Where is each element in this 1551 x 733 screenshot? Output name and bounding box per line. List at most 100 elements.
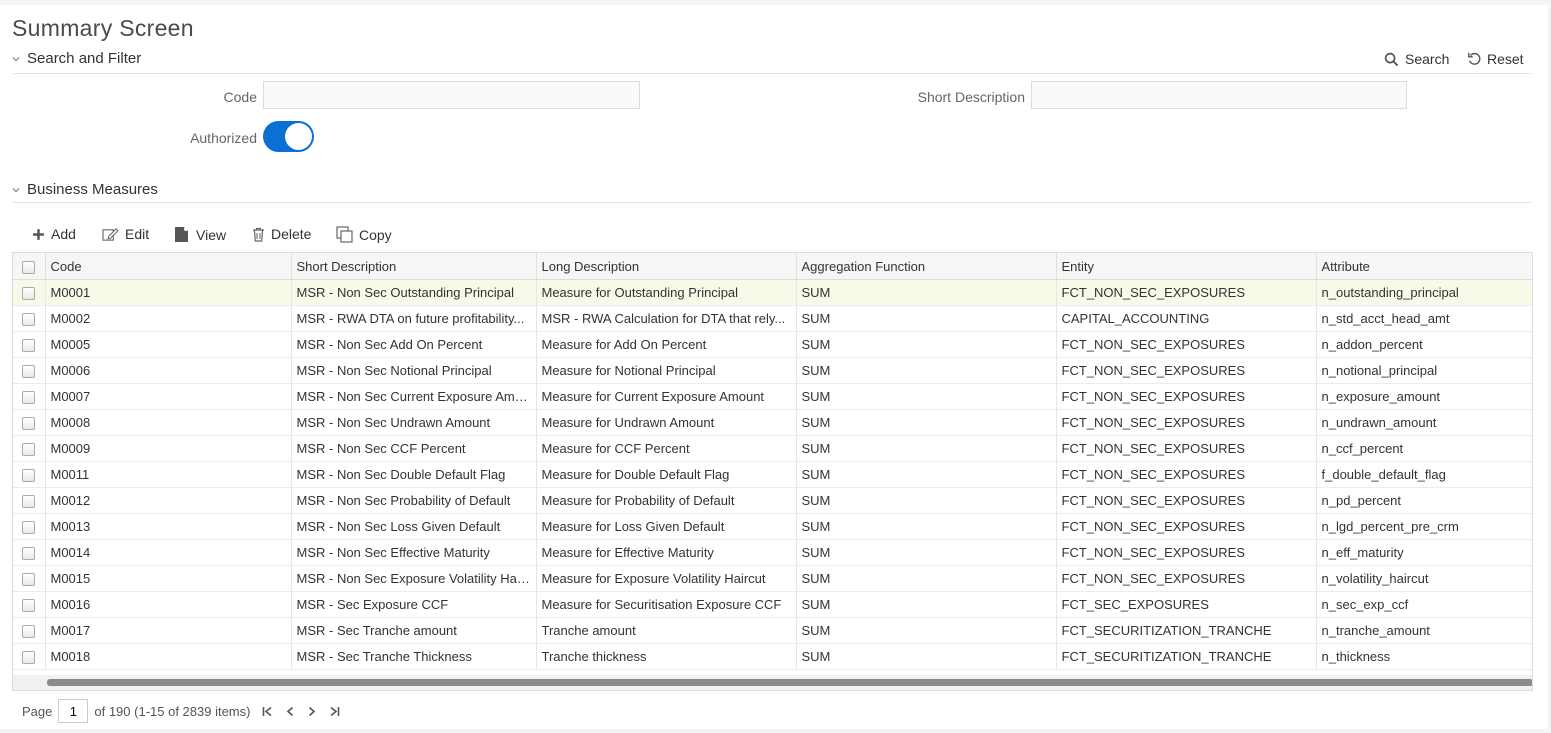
short-description-input[interactable]	[1031, 81, 1407, 109]
row-checkbox[interactable]	[22, 313, 36, 327]
delete-button[interactable]: Delete	[252, 226, 311, 242]
column-header-code[interactable]: Code	[45, 253, 292, 280]
table-row[interactable]: M0014 MSR - Non Sec Effective Maturity Mea…	[13, 539, 1532, 566]
cell-long-description: Measure for Loss Given Default	[536, 513, 797, 540]
cell-attribute: f_double_default_flag	[1316, 461, 1532, 488]
row-select-cell[interactable]	[13, 331, 46, 358]
row-checkbox[interactable]	[22, 495, 36, 509]
row-select-cell[interactable]	[13, 617, 46, 644]
column-header-entity[interactable]: Entity	[1056, 253, 1317, 280]
view-button[interactable]: View	[174, 226, 226, 243]
business-measures-header: Business Measures	[27, 181, 158, 198]
table-row[interactable]: M0015 MSR - Non Sec Exposure Volatility H…	[13, 565, 1532, 592]
select-all-checkbox[interactable]	[22, 260, 36, 274]
cell-entity: FCT_SECURITIZATION_TRANCHE	[1056, 617, 1317, 644]
select-all-cell[interactable]	[13, 253, 46, 280]
row-select-cell[interactable]	[13, 643, 46, 670]
column-header-aggregation-function[interactable]: Aggregation Function	[796, 253, 1057, 280]
reset-icon	[1468, 52, 1481, 65]
table-row[interactable]: M0002 MSR - RWA DTA on future profitabili…	[13, 305, 1532, 332]
table-row[interactable]: M0001 MSR - Non Sec Outstanding Principal…	[13, 279, 1532, 306]
search-button[interactable]: Search	[1384, 51, 1449, 67]
row-select-cell[interactable]	[13, 513, 46, 540]
cell-attribute: n_notional_principal	[1316, 357, 1532, 384]
table-row[interactable]: M0009 MSR - Non Sec CCF Percent Measure fo…	[13, 435, 1532, 462]
row-select-cell[interactable]	[13, 591, 46, 618]
row-checkbox[interactable]	[22, 521, 36, 535]
next-page-button[interactable]	[307, 706, 317, 717]
row-select-cell[interactable]	[13, 461, 46, 488]
row-checkbox[interactable]	[22, 547, 36, 561]
row-select-cell[interactable]	[13, 565, 46, 592]
row-select-cell[interactable]	[13, 357, 46, 384]
row-select-cell[interactable]	[13, 383, 46, 410]
edit-label: Edit	[125, 226, 150, 242]
business-measures-section-toggle[interactable]: Business Measures	[12, 181, 158, 198]
cell-code: M0011	[45, 461, 292, 488]
table-row[interactable]: M0017 MSR - Sec Tranche amount Tranche amo…	[13, 617, 1532, 644]
row-checkbox[interactable]	[22, 599, 36, 613]
reset-button[interactable]: Reset	[1467, 51, 1524, 67]
table-row[interactable]: M0008 MSR - Non Sec Undrawn Amount Measure…	[13, 409, 1532, 436]
column-header-attribute[interactable]: Attribute	[1316, 253, 1532, 280]
row-checkbox[interactable]	[22, 365, 36, 379]
horizontal-scrollbar-thumb[interactable]	[47, 679, 1532, 686]
delete-label: Delete	[271, 226, 312, 242]
edit-button[interactable]: Edit	[102, 226, 149, 242]
row-checkbox[interactable]	[22, 573, 36, 587]
previous-page-button[interactable]	[285, 706, 295, 717]
cell-entity: FCT_NON_SEC_EXPOSURES	[1056, 487, 1317, 514]
cell-short-description: MSR - Non Sec CCF Percent	[291, 435, 537, 462]
cell-entity: FCT_NON_SEC_EXPOSURES	[1056, 331, 1317, 358]
cell-aggregation-function: SUM	[796, 331, 1057, 358]
cell-short-description: MSR - Non Sec Effective Maturity	[291, 539, 537, 566]
row-select-cell[interactable]	[13, 305, 46, 332]
table-row[interactable]: M0013 MSR - Non Sec Loss Given Default Mea…	[13, 513, 1532, 540]
add-button[interactable]: Add	[32, 226, 76, 242]
row-checkbox[interactable]	[22, 625, 36, 639]
code-input[interactable]	[263, 81, 640, 109]
row-select-cell[interactable]	[13, 409, 46, 436]
column-header-long-description[interactable]: Long Description	[536, 253, 797, 280]
last-page-button[interactable]	[329, 706, 340, 717]
copy-button[interactable]: Copy	[336, 226, 392, 243]
cell-entity: FCT_NON_SEC_EXPOSURES	[1056, 279, 1317, 306]
column-header-short-description[interactable]: Short Description	[291, 253, 537, 280]
table-row[interactable]: M0018 MSR - Sec Tranche Thickness Tranche …	[13, 643, 1532, 670]
copy-label: Copy	[359, 226, 392, 243]
table-row[interactable]: M0007 MSR - Non Sec Current Exposure Amo.…	[13, 383, 1532, 410]
cell-attribute: n_std_acct_head_amt	[1316, 305, 1532, 332]
search-filter-section-toggle[interactable]: Search and Filter	[12, 50, 141, 67]
row-select-cell[interactable]	[13, 435, 46, 462]
first-page-button[interactable]	[262, 706, 273, 717]
cell-attribute: n_tranche_amount	[1316, 617, 1532, 644]
cell-entity: FCT_NON_SEC_EXPOSURES	[1056, 409, 1317, 436]
cell-aggregation-function: SUM	[796, 513, 1057, 540]
table-row[interactable]: M0012 MSR - Non Sec Probability of Defaul…	[13, 487, 1532, 514]
row-checkbox[interactable]	[22, 651, 36, 665]
cell-attribute: n_pd_percent	[1316, 487, 1532, 514]
row-checkbox[interactable]	[22, 417, 36, 431]
table-row[interactable]: M0005 MSR - Non Sec Add On Percent Measure…	[13, 331, 1532, 358]
row-select-cell[interactable]	[13, 487, 46, 514]
row-checkbox[interactable]	[22, 287, 36, 301]
cell-entity: FCT_SEC_EXPOSURES	[1056, 591, 1317, 618]
cell-long-description: Measure for Undrawn Amount	[536, 409, 797, 436]
cell-aggregation-function: SUM	[796, 305, 1057, 332]
page-number-input[interactable]	[58, 699, 89, 723]
cell-attribute: n_volatility_haircut	[1316, 565, 1532, 592]
cell-entity: FCT_NON_SEC_EXPOSURES	[1056, 435, 1317, 462]
cell-aggregation-function: SUM	[796, 279, 1057, 306]
row-checkbox[interactable]	[22, 443, 36, 457]
row-select-cell[interactable]	[13, 279, 46, 306]
table-row[interactable]: M0011 MSR - Non Sec Double Default Flag Me…	[13, 461, 1532, 488]
cell-code: M0013	[45, 513, 292, 540]
table-row[interactable]: M0016 MSR - Sec Exposure CCF Measure for S…	[13, 591, 1532, 618]
row-checkbox[interactable]	[22, 469, 36, 483]
authorized-toggle[interactable]	[263, 121, 314, 152]
row-checkbox[interactable]	[22, 339, 36, 353]
cell-aggregation-function: SUM	[796, 643, 1057, 670]
table-row[interactable]: M0006 MSR - Non Sec Notional Principal Mea…	[13, 357, 1532, 384]
row-checkbox[interactable]	[22, 391, 36, 405]
row-select-cell[interactable]	[13, 539, 46, 566]
